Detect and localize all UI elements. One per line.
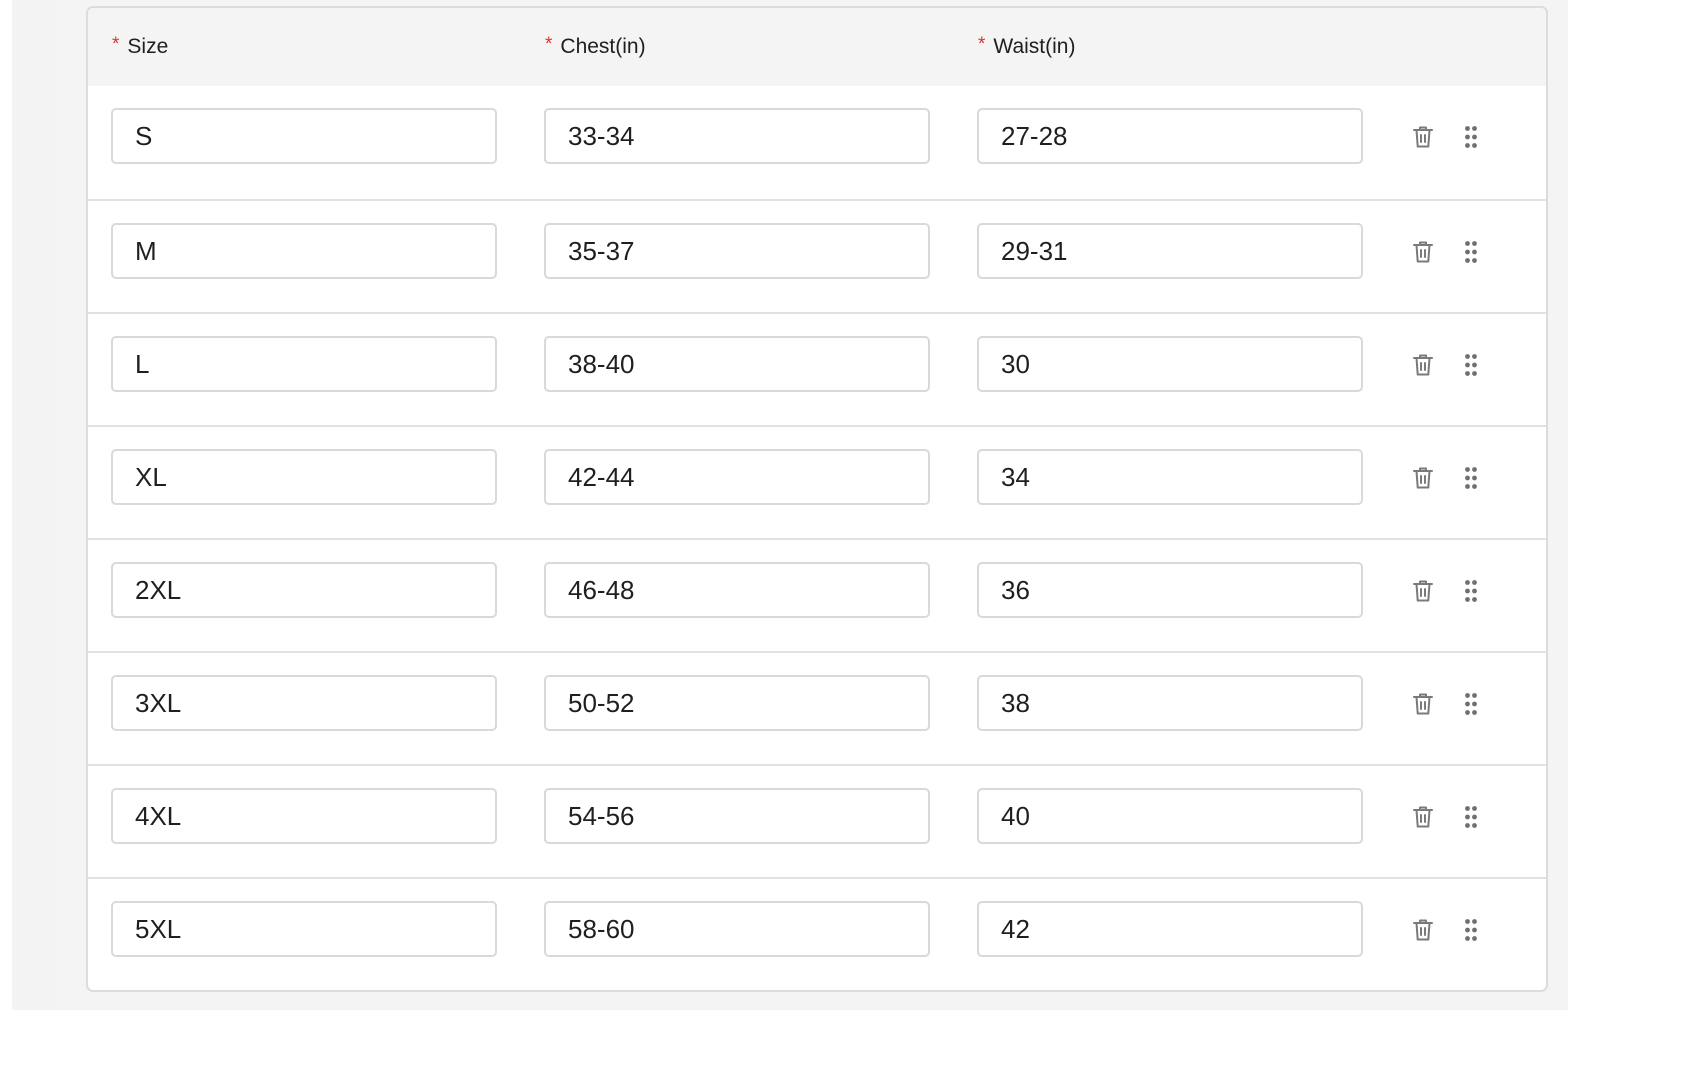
- drag-handle[interactable]: [1456, 350, 1486, 380]
- trash-icon: [1413, 693, 1433, 715]
- trash-icon: [1413, 241, 1433, 263]
- header-chest: * Chest(in): [545, 8, 646, 86]
- drag-handle[interactable]: [1456, 463, 1486, 493]
- drag-handle[interactable]: [1456, 576, 1486, 606]
- size-input[interactable]: [111, 788, 497, 844]
- delete-row-button[interactable]: [1408, 237, 1438, 267]
- trash-icon: [1413, 919, 1433, 941]
- chest-input[interactable]: [544, 675, 930, 731]
- required-marker: *: [978, 34, 986, 55]
- table-row: [88, 199, 1546, 312]
- delete-row-button[interactable]: [1408, 122, 1438, 152]
- waist-input[interactable]: [977, 223, 1363, 279]
- waist-input[interactable]: [977, 788, 1363, 844]
- trash-icon: [1413, 580, 1433, 602]
- drag-handle[interactable]: [1456, 802, 1486, 832]
- delete-row-button[interactable]: [1408, 915, 1438, 945]
- chest-input[interactable]: [544, 788, 930, 844]
- waist-input[interactable]: [977, 108, 1363, 164]
- header-size-label: Size: [127, 35, 169, 58]
- required-marker: *: [112, 34, 120, 55]
- drag-handle-icon: [1465, 919, 1477, 941]
- chest-input[interactable]: [544, 562, 930, 618]
- table-body: [88, 86, 1546, 990]
- chest-input[interactable]: [544, 449, 930, 505]
- table-row: [88, 764, 1546, 877]
- header-waist-label: Waist(in): [993, 35, 1076, 58]
- drag-handle-icon: [1465, 693, 1477, 715]
- table-header: * Size * Chest(in) * Waist(in): [88, 8, 1546, 86]
- size-input[interactable]: [111, 223, 497, 279]
- left-gutter: [12, 0, 57, 1010]
- drag-handle[interactable]: [1456, 122, 1486, 152]
- table-row: [88, 86, 1546, 199]
- header-size: * Size: [112, 8, 168, 86]
- delete-row-button[interactable]: [1408, 689, 1438, 719]
- page: * Size * Chest(in) * Waist(in): [0, 0, 1693, 1090]
- size-input[interactable]: [111, 901, 497, 957]
- waist-input[interactable]: [977, 675, 1363, 731]
- size-input[interactable]: [111, 449, 497, 505]
- drag-handle-icon: [1465, 580, 1477, 602]
- chest-input[interactable]: [544, 223, 930, 279]
- size-chart-table: * Size * Chest(in) * Waist(in): [86, 6, 1548, 992]
- drag-handle[interactable]: [1456, 237, 1486, 267]
- header-waist: * Waist(in): [978, 8, 1075, 86]
- header-chest-label: Chest(in): [560, 35, 646, 58]
- drag-handle-icon: [1465, 126, 1477, 148]
- waist-input[interactable]: [977, 336, 1363, 392]
- required-marker: *: [545, 34, 553, 55]
- trash-icon: [1413, 467, 1433, 489]
- drag-handle[interactable]: [1456, 689, 1486, 719]
- delete-row-button[interactable]: [1408, 350, 1438, 380]
- table-row: [88, 312, 1546, 425]
- chest-input[interactable]: [544, 901, 930, 957]
- trash-icon: [1413, 126, 1433, 148]
- delete-row-button[interactable]: [1408, 802, 1438, 832]
- table-row: [88, 538, 1546, 651]
- size-input[interactable]: [111, 675, 497, 731]
- waist-input[interactable]: [977, 449, 1363, 505]
- drag-handle-icon: [1465, 806, 1477, 828]
- chest-input[interactable]: [544, 108, 930, 164]
- delete-row-button[interactable]: [1408, 576, 1438, 606]
- chest-input[interactable]: [544, 336, 930, 392]
- drag-handle[interactable]: [1456, 915, 1486, 945]
- waist-input[interactable]: [977, 901, 1363, 957]
- delete-row-button[interactable]: [1408, 463, 1438, 493]
- trash-icon: [1413, 806, 1433, 828]
- waist-input[interactable]: [977, 562, 1363, 618]
- size-input[interactable]: [111, 108, 497, 164]
- size-input[interactable]: [111, 336, 497, 392]
- trash-icon: [1413, 354, 1433, 376]
- drag-handle-icon: [1465, 241, 1477, 263]
- drag-handle-icon: [1465, 467, 1477, 489]
- drag-handle-icon: [1465, 354, 1477, 376]
- table-row: [88, 425, 1546, 538]
- size-input[interactable]: [111, 562, 497, 618]
- table-row: [88, 877, 1546, 990]
- table-row: [88, 651, 1546, 764]
